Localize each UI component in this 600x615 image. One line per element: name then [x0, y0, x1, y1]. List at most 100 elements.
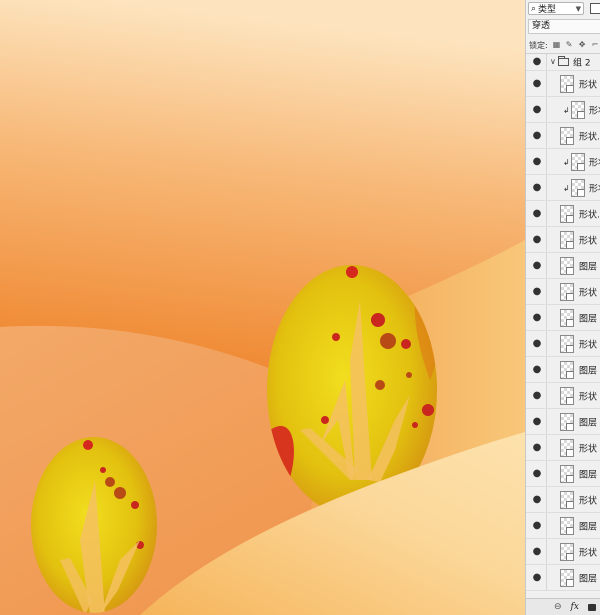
- lock-paint-icon[interactable]: ✎: [566, 41, 574, 49]
- layer-row[interactable]: ● ↲ 形状: [526, 175, 600, 201]
- layer-thumbnail: [560, 387, 574, 405]
- layer-name: 形状: [589, 106, 600, 116]
- layer-row[interactable]: ● 形状: [526, 487, 600, 513]
- mask-icon[interactable]: [587, 603, 596, 611]
- lock-transparent-icon[interactable]: ▦: [553, 41, 561, 49]
- shape-corner-icon: [566, 423, 573, 430]
- layer-name: 图层: [579, 262, 598, 272]
- eye-icon[interactable]: ●: [530, 468, 544, 479]
- eye-icon[interactable]: ●: [530, 520, 544, 531]
- layer-row[interactable]: ● 图层: [526, 461, 600, 487]
- layers-bottom-bar: ⊖ fx: [526, 598, 600, 615]
- eye-icon[interactable]: ●: [530, 208, 544, 219]
- layer-row[interactable]: ● 形状: [526, 383, 600, 409]
- eye-icon[interactable]: ●: [530, 104, 544, 115]
- layer-row[interactable]: ● 图层: [526, 513, 600, 539]
- eye-icon[interactable]: ●: [530, 442, 544, 453]
- eye-icon[interactable]: ●: [530, 546, 544, 557]
- layer-filter-row: ⌕ 类型 ▼: [528, 1, 600, 16]
- layers-panel: ⌕ 类型 ▼ 穿透 锁定: ▦ ✎ ✥ ⌐ ● ∨ 组 2 ● 形状 ● ↲ 形状 ● 形状…: [525, 0, 600, 615]
- layer-thumbnail: [571, 101, 585, 119]
- layer-thumbnail: [560, 257, 574, 275]
- lock-move-icon[interactable]: ✥: [579, 41, 587, 49]
- lock-row: 锁定: ▦ ✎ ✥ ⌐: [526, 38, 600, 52]
- layer-row[interactable]: ● 图层: [526, 565, 600, 591]
- document-canvas[interactable]: [0, 0, 525, 615]
- eye-icon[interactable]: ●: [530, 57, 544, 67]
- layer-name: 图层: [579, 314, 598, 324]
- clip-arrow-icon: ↲: [563, 158, 570, 167]
- eye-icon[interactable]: ●: [530, 364, 544, 375]
- shape-corner-icon: [566, 553, 573, 560]
- layer-name: 形状: [579, 80, 598, 90]
- layer-name: 图层: [579, 366, 598, 376]
- lock-artboard-icon[interactable]: ⌐: [592, 41, 600, 49]
- layer-row[interactable]: ● 图层: [526, 409, 600, 435]
- eye-icon[interactable]: ●: [530, 390, 544, 401]
- layer-name: 形状: [579, 236, 598, 246]
- layer-thumbnail: [560, 127, 574, 145]
- eye-icon[interactable]: ●: [530, 338, 544, 349]
- filter-label: 类型: [538, 5, 557, 15]
- shape-corner-icon: [566, 319, 573, 326]
- layer-row[interactable]: ● 图层: [526, 253, 600, 279]
- layer-row[interactable]: ● ↲ 形状: [526, 149, 600, 175]
- layer-name: 图层: [579, 470, 598, 480]
- layer-name: 图层: [579, 574, 598, 584]
- eye-icon[interactable]: ●: [530, 130, 544, 141]
- eye-icon[interactable]: ●: [530, 416, 544, 427]
- layer-row[interactable]: ● 图层: [526, 357, 600, 383]
- layer-row[interactable]: ● 形状: [526, 279, 600, 305]
- layer-row[interactable]: ● 形状: [526, 331, 600, 357]
- image-filter-icon[interactable]: [590, 3, 600, 14]
- layer-name: 形状: [589, 158, 600, 168]
- layer-row[interactable]: ● 形状...: [526, 201, 600, 227]
- shape-corner-icon: [577, 111, 584, 118]
- fx-button[interactable]: fx: [571, 602, 579, 612]
- shape-corner-icon: [566, 293, 573, 300]
- layer-thumbnail: [560, 543, 574, 561]
- eye-icon[interactable]: ●: [530, 234, 544, 245]
- layer-row[interactable]: ● 形状: [526, 71, 600, 97]
- shape-corner-icon: [566, 397, 573, 404]
- shape-corner-icon: [566, 345, 573, 352]
- link-icon[interactable]: ⊖: [554, 602, 562, 612]
- layer-row[interactable]: ● 形状: [526, 435, 600, 461]
- clip-arrow-icon: ↲: [563, 184, 570, 193]
- eye-icon[interactable]: ●: [530, 182, 544, 193]
- eye-icon[interactable]: ●: [530, 312, 544, 323]
- eye-icon[interactable]: ●: [530, 572, 544, 583]
- layer-row[interactable]: ● 形状: [526, 227, 600, 253]
- eye-icon[interactable]: ●: [530, 260, 544, 271]
- eye-icon[interactable]: ●: [530, 156, 544, 167]
- blend-mode-select[interactable]: 穿透: [528, 19, 600, 34]
- eye-icon[interactable]: ●: [530, 494, 544, 505]
- layer-row[interactable]: ● ↲ 形状: [526, 97, 600, 123]
- layer-thumbnail: [560, 413, 574, 431]
- shape-corner-icon: [566, 475, 573, 482]
- shape-corner-icon: [566, 215, 573, 222]
- shape-corner-icon: [566, 579, 573, 586]
- shape-corner-icon: [566, 241, 573, 248]
- layer-name: 图层: [579, 418, 598, 428]
- eye-icon[interactable]: ●: [530, 78, 544, 89]
- chevron-down-icon[interactable]: ∨: [550, 57, 556, 66]
- layer-thumbnail: [560, 309, 574, 327]
- layer-group-row[interactable]: ● ∨ 组 2: [526, 54, 600, 71]
- clip-arrow-icon: ↲: [563, 106, 570, 115]
- layer-thumbnail: [560, 569, 574, 587]
- layer-thumbnail: [560, 231, 574, 249]
- layer-row[interactable]: ● 形状: [526, 539, 600, 565]
- layers-list: ● ∨ 组 2 ● 形状 ● ↲ 形状 ● 形状... ● ↲ 形状 ● ↲ 形状 ● 形状... ● 形状 ● 图…: [526, 54, 600, 591]
- layer-filter-dropdown[interactable]: ⌕ 类型 ▼: [528, 2, 584, 15]
- canvas-artwork: [0, 0, 525, 615]
- layer-row[interactable]: ● 形状...: [526, 123, 600, 149]
- layer-thumbnail: [560, 205, 574, 223]
- layer-name: 形状...: [579, 132, 600, 142]
- eye-icon[interactable]: ●: [530, 286, 544, 297]
- layer-name: 形状: [579, 444, 598, 454]
- layer-thumbnail: [571, 179, 585, 197]
- layer-row[interactable]: ● 图层: [526, 305, 600, 331]
- shape-corner-icon: [577, 189, 584, 196]
- layer-thumbnail: [560, 491, 574, 509]
